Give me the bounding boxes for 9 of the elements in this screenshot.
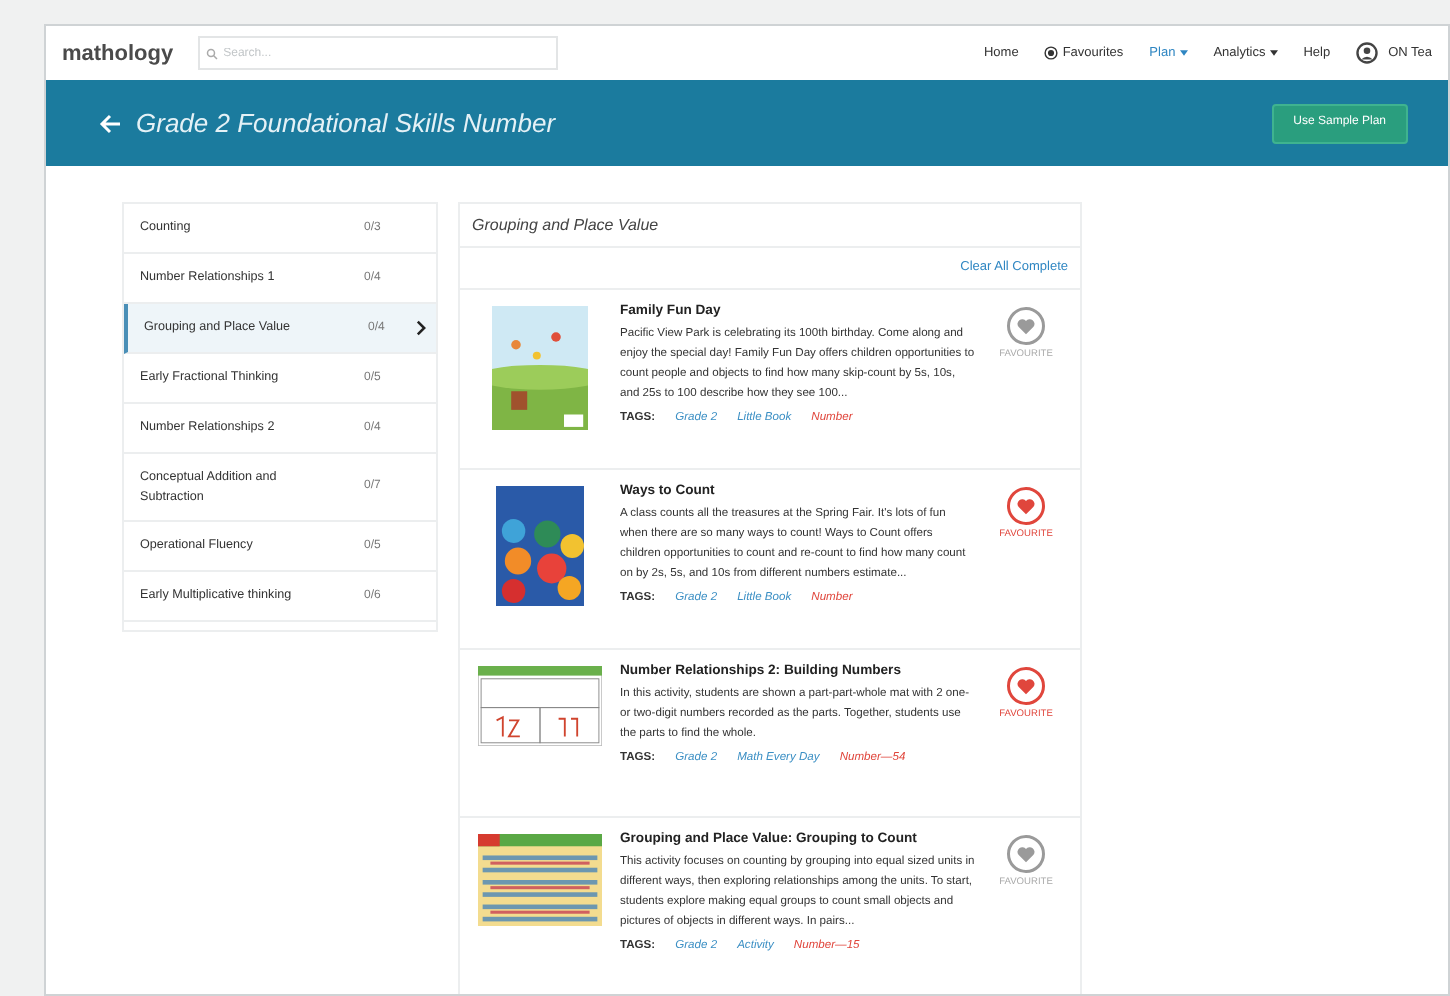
chevron-right-icon (416, 320, 426, 336)
back-arrow-icon[interactable] (98, 111, 122, 135)
section-heading: Grouping and Place Value (460, 204, 1080, 248)
caret-icon (1269, 50, 1278, 56)
logo[interactable]: mathology (62, 39, 174, 67)
search-icon (205, 47, 218, 59)
page-title: Grade 2 Foundational Skills Number (136, 105, 556, 142)
user-icon[interactable] (1356, 42, 1379, 64)
caret-icon (1179, 50, 1188, 56)
